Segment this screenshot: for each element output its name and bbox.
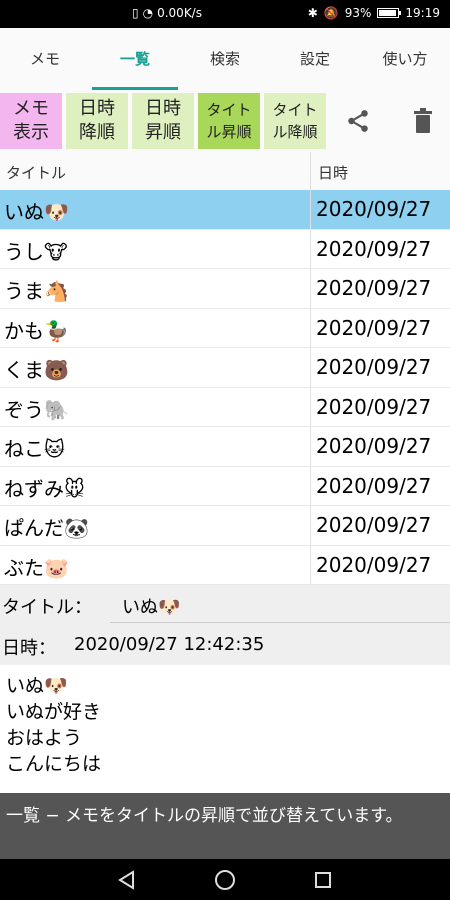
- table-row[interactable]: ぱんだ🐼 2020/09/27: [0, 506, 450, 546]
- detail-title-value: いぬ🐶: [122, 597, 181, 618]
- status-message: 一覧 − メモをタイトルの昇順で並び替えています。: [0, 793, 450, 859]
- trash-icon: [414, 108, 432, 133]
- memo-display-button[interactable]: メモ 表示: [0, 93, 62, 149]
- memo-list: いぬ🐶 2020/09/27 うし🐮 2020/09/27 うま🐴 2020/0…: [0, 190, 450, 585]
- bear-icon: 🐻: [44, 358, 69, 382]
- detail-title-row: タイトル： いぬ🐶: [0, 585, 450, 625]
- table-header: タイトル 日時: [0, 152, 450, 190]
- row-date: 2020/09/27: [316, 236, 432, 261]
- horse-icon: 🐴: [44, 279, 69, 303]
- clock: 19:19: [405, 6, 440, 20]
- detail-date-value: 2020/09/27 12:42:35: [74, 634, 265, 655]
- row-title: うま🐴: [4, 279, 69, 303]
- home-icon: [215, 870, 235, 890]
- row-title: いぬ🐶: [4, 200, 69, 224]
- tab-howto[interactable]: 使い方: [360, 28, 450, 90]
- detail-date-row: 日時： 2020/09/27 12:42:35: [0, 625, 450, 665]
- sort-title-desc-button[interactable]: タイト ル降順: [264, 93, 326, 149]
- delete-button[interactable]: [392, 93, 450, 149]
- elephant-icon: 🐘: [44, 397, 69, 422]
- row-date: 2020/09/27: [316, 473, 432, 498]
- dog-icon: 🐶: [44, 200, 69, 224]
- mouse-icon: 🐭: [64, 476, 85, 501]
- status-bar: ▯ ◔ 0.00K/s ✱ 🔕 93% 19:19: [0, 0, 450, 28]
- row-date: 2020/09/27: [316, 276, 432, 300]
- recent-apps-icon: [315, 872, 331, 888]
- table-row[interactable]: ぶた🐷 2020/09/27: [0, 545, 450, 585]
- share-button[interactable]: [327, 93, 389, 149]
- tab-settings[interactable]: 設定: [270, 28, 360, 90]
- sim-icon: ▯: [132, 6, 139, 20]
- duck-icon: 🦆: [44, 318, 69, 343]
- tab-memo[interactable]: メモ: [0, 28, 90, 90]
- row-date: 2020/09/27: [316, 355, 432, 379]
- column-title-header[interactable]: タイトル: [6, 162, 66, 183]
- memo-line: いぬ🐶: [6, 675, 68, 697]
- table-row[interactable]: ねこ🐱 2020/09/27: [0, 427, 450, 467]
- net-speed: 0.00K/s: [157, 6, 202, 20]
- mute-icon: 🔕: [323, 6, 339, 20]
- table-row[interactable]: ぞう🐘 2020/09/27: [0, 387, 450, 427]
- table-row[interactable]: かも🦆 2020/09/27: [0, 308, 450, 348]
- sort-date-asc-button[interactable]: 日時 昇順: [132, 93, 194, 149]
- detail-title-label: タイトル：: [2, 597, 92, 618]
- table-row[interactable]: いぬ🐶 2020/09/27: [0, 190, 450, 230]
- wifi-icon: ◔: [142, 6, 154, 20]
- memo-line: いぬが好き: [6, 701, 102, 723]
- back-icon: [118, 870, 134, 890]
- row-date: 2020/09/27: [316, 552, 432, 577]
- table-row[interactable]: うま🐴 2020/09/27: [0, 269, 450, 309]
- sort-date-desc-button[interactable]: 日時 降順: [66, 93, 128, 149]
- tab-bar: メモ 一覧 検索 設定 使い方: [0, 28, 450, 90]
- recent-apps-button[interactable]: [310, 867, 336, 893]
- memo-body: いぬ🐶 いぬが好き おはよう こんにちは: [0, 665, 450, 793]
- row-title: ねこ🐱: [4, 437, 65, 461]
- bluetooth-icon: ✱: [307, 6, 318, 20]
- memo-line: こんにちは: [6, 753, 102, 775]
- sort-title-asc-button[interactable]: タイト ル昇順: [198, 93, 260, 149]
- back-button[interactable]: [114, 867, 140, 893]
- table-row[interactable]: くま🐻 2020/09/27: [0, 348, 450, 388]
- toolbar: メモ 表示 日時 降順 日時 昇順 タイト ル昇順 タイト ル降順: [0, 90, 450, 152]
- row-title: ぱんだ🐼: [4, 516, 89, 540]
- row-date: 2020/09/27: [316, 197, 432, 221]
- memo-line: おはよう: [6, 727, 83, 749]
- pig-icon: 🐷: [44, 555, 69, 580]
- tab-list[interactable]: 一覧: [90, 28, 180, 90]
- row-title: ぞう🐘: [4, 397, 69, 422]
- column-date-header[interactable]: 日時: [318, 162, 348, 183]
- row-date: 2020/09/27: [316, 315, 432, 340]
- tab-search[interactable]: 検索: [180, 28, 270, 90]
- home-button[interactable]: [212, 867, 238, 893]
- share-icon: [348, 110, 368, 132]
- row-title: ねずみ🐭: [4, 476, 85, 501]
- table-row[interactable]: うし🐮 2020/09/27: [0, 229, 450, 269]
- cat-icon: 🐱: [44, 437, 65, 461]
- row-title: くま🐻: [4, 358, 69, 382]
- row-date: 2020/09/27: [316, 394, 432, 419]
- battery-icon: [377, 8, 402, 18]
- detail-date-label: 日時：: [2, 638, 56, 659]
- navigation-bar: [0, 859, 450, 900]
- panda-icon: 🐼: [64, 516, 89, 540]
- row-title: かも🦆: [4, 318, 69, 343]
- row-title: うし🐮: [4, 239, 68, 264]
- cow-icon: 🐮: [44, 239, 68, 264]
- row-date: 2020/09/27: [316, 434, 432, 458]
- row-date: 2020/09/27: [316, 513, 432, 537]
- table-row[interactable]: ねずみ🐭 2020/09/27: [0, 466, 450, 506]
- row-title: ぶた🐷: [4, 555, 69, 580]
- battery-percent: 93%: [344, 6, 372, 20]
